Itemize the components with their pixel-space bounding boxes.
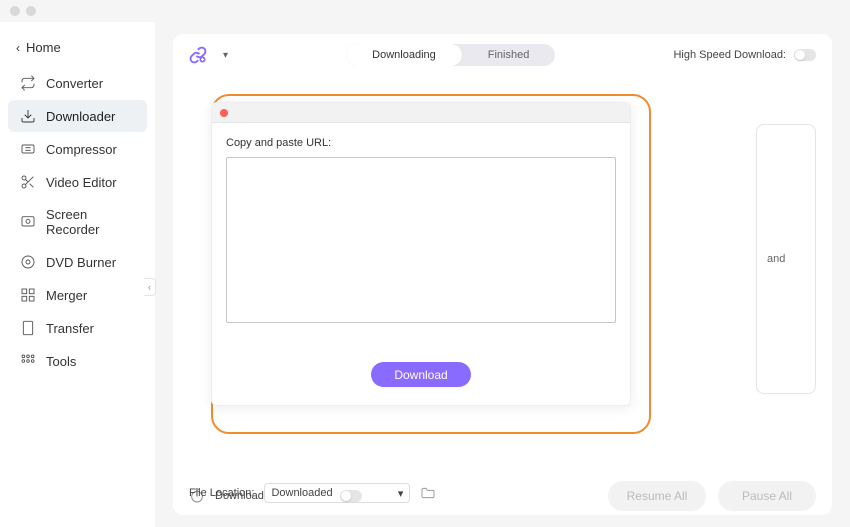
home-label: Home [26, 40, 61, 55]
sidebar: ‹ Home Converter Downloader Compressor V… [0, 22, 155, 527]
sidebar-item-compressor[interactable]: Compressor [8, 133, 147, 165]
traffic-light-minimize[interactable] [26, 6, 36, 16]
modal-titlebar [212, 103, 630, 123]
url-modal: Copy and paste URL: Download [211, 102, 631, 406]
sidebar-item-label: Converter [46, 76, 103, 91]
sidebar-item-video-editor[interactable]: Video Editor [8, 166, 147, 198]
close-icon[interactable] [220, 109, 228, 117]
sidebar-item-label: DVD Burner [46, 255, 116, 270]
sidebar-item-merger[interactable]: Merger [8, 279, 147, 311]
main-area: ▾ Downloading Finished High Speed Downlo… [155, 22, 850, 527]
window-titlebar [0, 0, 850, 22]
download-then-convert-toggle[interactable] [340, 490, 362, 502]
screen-recorder-icon [20, 214, 36, 230]
sidebar-item-screen-recorder[interactable]: Screen Recorder [8, 199, 147, 245]
sidebar-item-label: Merger [46, 288, 87, 303]
grid-icon [20, 353, 36, 369]
downloader-icon [20, 108, 36, 124]
sidebar-item-transfer[interactable]: Transfer [8, 312, 147, 344]
sidebar-item-tools[interactable]: Tools [8, 345, 147, 377]
background-panel-text: and [767, 253, 785, 265]
merger-icon [20, 287, 36, 303]
add-link-icon[interactable] [189, 46, 207, 64]
chevron-down-icon: ▾ [398, 487, 404, 500]
folder-icon[interactable] [420, 485, 436, 501]
sidebar-item-label: Video Editor [46, 175, 117, 190]
tab-segmented-control: Downloading Finished [346, 44, 555, 66]
content-card: ▾ Downloading Finished High Speed Downlo… [173, 34, 832, 515]
disc-icon [20, 254, 36, 270]
collapse-sidebar-handle[interactable]: ‹ [144, 278, 156, 296]
sidebar-nav: Converter Downloader Compressor Video Ed… [6, 67, 149, 377]
file-location-row: File Location: Downloaded ▾ [173, 483, 832, 515]
content-area: and Copy and paste URL: Download [173, 76, 832, 471]
tab-finished[interactable]: Finished [462, 44, 556, 66]
scissors-icon [20, 174, 36, 190]
sidebar-item-label: Compressor [46, 142, 117, 157]
transfer-icon [20, 320, 36, 336]
sidebar-item-label: Screen Recorder [46, 207, 135, 237]
add-link-caret-icon[interactable]: ▾ [223, 50, 228, 61]
home-link[interactable]: ‹ Home [6, 34, 149, 61]
file-location-label: File Location: [189, 487, 254, 499]
high-speed-download-row: High Speed Download: [673, 49, 816, 61]
high-speed-download-toggle[interactable] [794, 49, 816, 61]
file-location-value: Downloaded [271, 487, 332, 499]
download-button[interactable]: Download [371, 362, 471, 387]
url-prompt-label: Copy and paste URL: [226, 137, 616, 149]
sidebar-item-label: Tools [46, 354, 76, 369]
sidebar-item-dvd-burner[interactable]: DVD Burner [8, 246, 147, 278]
url-input[interactable] [226, 157, 616, 323]
sidebar-item-downloader[interactable]: Downloader [8, 100, 147, 132]
compressor-icon [20, 141, 36, 157]
topbar: ▾ Downloading Finished High Speed Downlo… [173, 34, 832, 76]
converter-icon [20, 75, 36, 91]
file-location-select[interactable]: Downloaded ▾ [264, 483, 410, 503]
tab-downloading[interactable]: Downloading [346, 44, 462, 66]
chevron-left-icon: ‹ [16, 41, 20, 55]
background-panel: and [756, 124, 816, 394]
high-speed-download-label: High Speed Download: [673, 49, 786, 61]
traffic-light-close[interactable] [10, 6, 20, 16]
sidebar-item-label: Transfer [46, 321, 94, 336]
sidebar-item-label: Downloader [46, 109, 115, 124]
sidebar-item-converter[interactable]: Converter [8, 67, 147, 99]
